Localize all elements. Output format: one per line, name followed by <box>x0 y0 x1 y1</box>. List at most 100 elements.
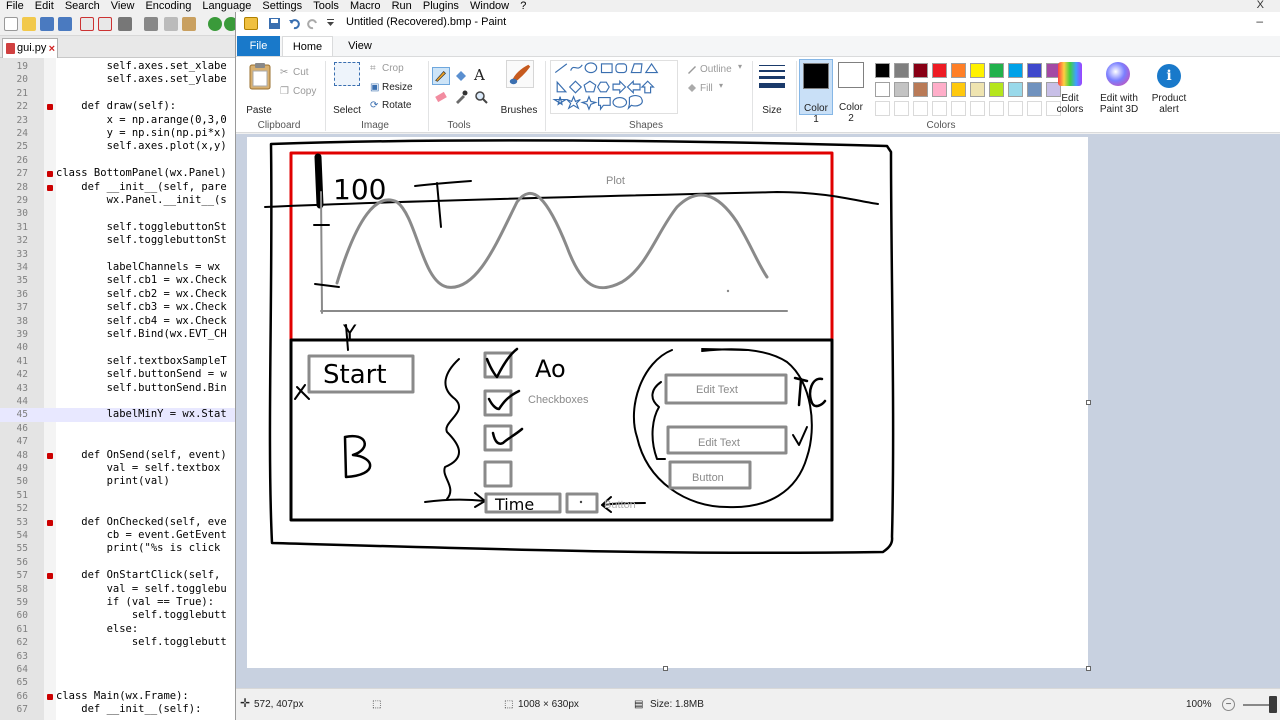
palette-swatch[interactable] <box>894 82 909 97</box>
custom-color-slot[interactable] <box>1008 101 1023 116</box>
close-file-icon[interactable] <box>80 17 94 31</box>
code-line[interactable]: 57 def OnStartClick(self, <box>0 569 240 582</box>
edit-with-paint3d-button[interactable]: Edit with Paint 3D <box>1094 93 1144 115</box>
code-line[interactable]: 66 class Main(wx.Frame): <box>0 690 240 703</box>
code-line[interactable]: 54 cb = event.GetEvent <box>0 529 240 542</box>
code-line[interactable]: 64 <box>0 663 240 676</box>
color2-button[interactable]: Color 2 <box>835 59 869 124</box>
code-line[interactable]: 30 <box>0 207 240 220</box>
fold-marker-icon[interactable] <box>47 519 53 526</box>
copy-icon[interactable]: ❐ <box>280 86 289 97</box>
minimize-button[interactable]: – <box>1256 14 1263 28</box>
size-icon[interactable] <box>759 64 785 92</box>
new-file-icon[interactable] <box>4 17 18 31</box>
custom-color-slot[interactable] <box>913 101 928 116</box>
code-line[interactable]: 32 self.togglebuttonSt <box>0 234 240 247</box>
tab-file[interactable]: File <box>237 36 280 56</box>
code-line[interactable]: 27 class BottomPanel(wx.Panel) <box>0 167 240 180</box>
fold-marker-icon[interactable] <box>47 171 53 178</box>
code-line[interactable]: 60 self.togglebutt <box>0 609 240 622</box>
resize-icon[interactable]: ▣ <box>370 82 379 93</box>
scissors-icon[interactable]: ✂ <box>280 67 288 78</box>
code-line[interactable]: 51 <box>0 489 240 502</box>
custom-color-slot[interactable] <box>970 101 985 116</box>
undo-icon[interactable] <box>288 17 301 30</box>
crop-button[interactable]: Crop <box>382 63 404 74</box>
fold-marker-icon[interactable] <box>47 573 53 580</box>
code-line[interactable]: 63 <box>0 650 240 663</box>
zoom-slider-thumb[interactable] <box>1269 696 1277 713</box>
npp-menu-settings[interactable]: Settings <box>262 0 302 12</box>
tab-gui-py[interactable]: gui.py × <box>2 38 58 58</box>
code-line[interactable]: 47 <box>0 435 240 448</box>
code-line[interactable]: 19 self.axes.set_xlabe <box>0 60 240 73</box>
redo-icon[interactable] <box>306 17 319 30</box>
palette-swatch[interactable] <box>970 82 985 97</box>
print-icon[interactable] <box>118 17 132 31</box>
palette-swatch[interactable] <box>913 63 928 78</box>
edit-colors-icon[interactable] <box>1058 62 1082 86</box>
code-line[interactable]: 45 labelMinY = wx.Stat <box>0 408 240 422</box>
cut-icon[interactable] <box>144 17 158 31</box>
paint3d-icon[interactable] <box>1106 62 1130 86</box>
code-line[interactable]: 67 def __init__(self): <box>0 703 240 716</box>
code-line[interactable]: 52 <box>0 502 240 515</box>
npp-menu-language[interactable]: Language <box>202 0 251 12</box>
palette-swatch[interactable] <box>989 63 1004 78</box>
custom-color-slot[interactable] <box>1027 101 1042 116</box>
code-line[interactable]: 25 self.axes.plot(x,y) <box>0 140 240 153</box>
palette-swatch[interactable] <box>932 82 947 97</box>
eraser-tool-icon[interactable] <box>434 91 448 103</box>
code-line[interactable]: 31 self.togglebuttonSt <box>0 221 240 234</box>
save-all-icon[interactable] <box>58 17 72 31</box>
rotate-icon[interactable]: ⟳ <box>370 100 378 111</box>
npp-menu-run[interactable]: Run <box>392 0 412 12</box>
npp-menu-help[interactable]: ? <box>520 0 526 12</box>
tab-home[interactable]: Home <box>282 36 333 56</box>
fold-marker-icon[interactable] <box>47 452 53 459</box>
code-line[interactable]: 50 print(val) <box>0 475 240 488</box>
resize-handle-corner[interactable] <box>1086 666 1091 671</box>
npp-close-button[interactable]: X <box>1257 0 1264 11</box>
custom-color-slot[interactable] <box>932 101 947 116</box>
fold-marker-icon[interactable] <box>47 184 53 191</box>
npp-menu-window[interactable]: Window <box>470 0 509 12</box>
palette-swatch[interactable] <box>1008 63 1023 78</box>
npp-menu-tools[interactable]: Tools <box>313 0 339 12</box>
palette-swatch[interactable] <box>970 63 985 78</box>
open-file-icon[interactable] <box>22 17 36 31</box>
resize-handle-bottom[interactable] <box>663 666 668 671</box>
rotate-button[interactable]: Rotate <box>382 100 411 111</box>
tab-view[interactable]: View <box>339 36 381 56</box>
npp-menu-encoding[interactable]: Encoding <box>145 0 191 12</box>
code-line[interactable]: 33 <box>0 248 240 261</box>
magnifier-icon[interactable] <box>474 90 488 104</box>
palette-swatch[interactable] <box>875 82 890 97</box>
palette-swatch[interactable] <box>951 82 966 97</box>
fill-tool-icon[interactable] <box>454 69 468 83</box>
resize-handle-right[interactable] <box>1086 400 1091 405</box>
palette-swatch[interactable] <box>1008 82 1023 97</box>
code-line[interactable]: 55 print("%s is click <box>0 542 240 555</box>
code-editor[interactable]: 19 self.axes.set_xlabe 20 self.axes.set_y… <box>0 58 240 720</box>
palette-swatch[interactable] <box>1027 82 1042 97</box>
code-line[interactable]: 48 def OnSend(self, event) <box>0 449 240 462</box>
select-button[interactable]: Select <box>329 105 365 116</box>
code-line[interactable]: 39 self.Bind(wx.EVT_CH <box>0 328 240 341</box>
code-line[interactable]: 56 <box>0 556 240 569</box>
fill-icon[interactable] <box>686 82 698 94</box>
palette-swatch[interactable] <box>932 63 947 78</box>
palette-swatch[interactable] <box>951 63 966 78</box>
copy-button[interactable]: Copy <box>293 86 316 97</box>
custom-color-slot[interactable] <box>894 101 909 116</box>
code-line[interactable]: 62 self.togglebutt <box>0 636 240 649</box>
outline-dropdown[interactable]: Outline <box>700 64 732 75</box>
color-picker-icon[interactable] <box>454 90 468 104</box>
custom-color-slot[interactable] <box>875 101 890 116</box>
save-icon[interactable] <box>268 17 281 30</box>
code-line[interactable]: 29 wx.Panel.__init__(s <box>0 194 240 207</box>
custom-color-slot[interactable] <box>951 101 966 116</box>
code-line[interactable]: 43 self.buttonSend.Bin <box>0 382 240 395</box>
drawing-canvas[interactable]: 100 Plot Y Start Ao Checkboxes Edit Text… <box>247 137 1088 668</box>
code-line[interactable]: 61 else: <box>0 623 240 636</box>
